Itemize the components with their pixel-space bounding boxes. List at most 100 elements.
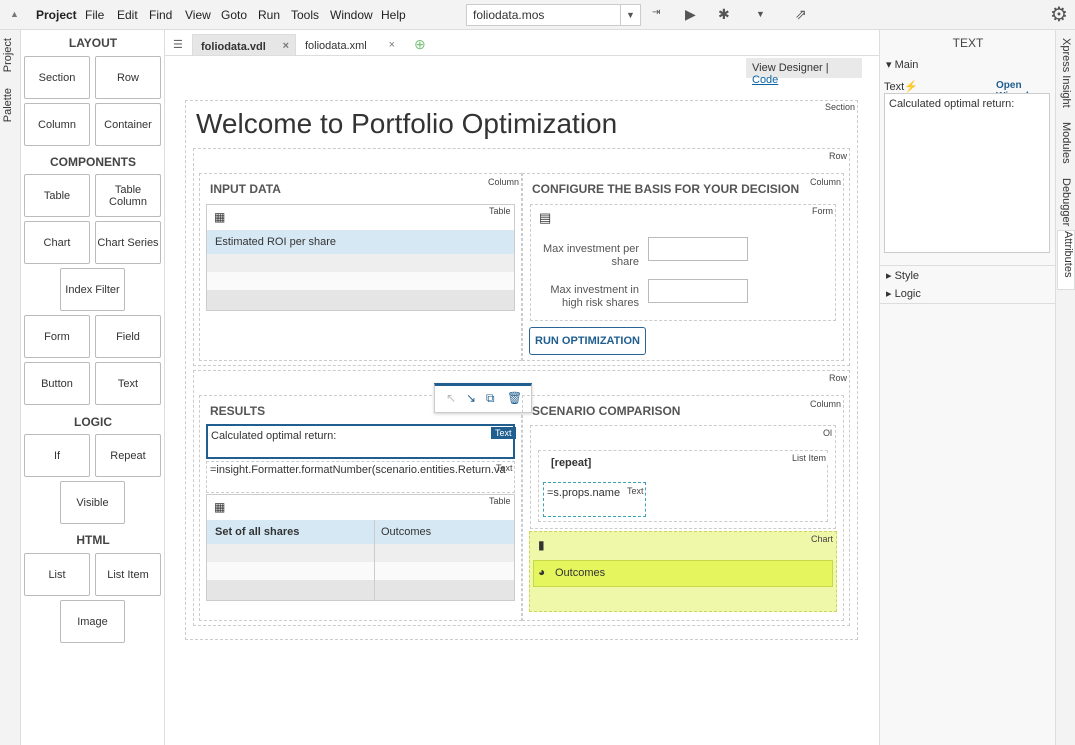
selected-text-component[interactable]: Calculated optimal return: <box>206 424 515 459</box>
palette-table[interactable]: Table <box>24 174 90 217</box>
chart-tag: Chart <box>811 534 834 544</box>
palette-chart[interactable]: Chart <box>24 221 90 264</box>
palette-image[interactable]: Image <box>60 600 125 643</box>
results-heading: RESULTS <box>210 404 266 418</box>
tab-modules[interactable]: Modules <box>1060 122 1072 164</box>
tab-attributes[interactable]: Attributes <box>1057 230 1075 290</box>
roi-column-header[interactable]: Estimated ROI per share <box>207 230 514 254</box>
trash-icon[interactable]: 🗑 <box>507 391 522 405</box>
row-tag: Row <box>827 373 850 384</box>
menu-edit[interactable]: Edit <box>117 8 138 22</box>
tab-xpress-insight[interactable]: Xpress Insight <box>1060 38 1072 108</box>
right-side-tabs: Xpress Insight Modules Debugger Attribut… <box>1055 30 1075 745</box>
style-group-toggle[interactable]: ▸ Style <box>886 269 919 282</box>
menu-project[interactable]: Project <box>36 8 77 22</box>
view-designer-link[interactable]: View Designer <box>752 62 823 74</box>
palette-repeat[interactable]: Repeat <box>95 434 161 477</box>
collapse-up-icon[interactable]: ▲ <box>10 9 19 19</box>
palette-column[interactable]: Column <box>24 103 90 146</box>
page-title: Welcome to Portfolio Optimization <box>196 108 618 139</box>
input-data-heading: INPUT DATA <box>210 182 281 196</box>
run-file-select[interactable]: foliodata.mos ▼ <box>466 4 641 26</box>
outcomes-header[interactable]: Outcomes <box>375 520 514 544</box>
run-file-value: foliodata.mos <box>473 8 545 22</box>
set-shares-header[interactable]: Set of all shares <box>207 520 374 544</box>
bug-icon[interactable]: ✱ <box>718 6 730 23</box>
run-optimization-button[interactable]: RUN OPTIMIZATION <box>529 327 646 355</box>
style-group-label: Style <box>894 270 920 282</box>
palette-chart-series[interactable]: Chart Series <box>95 221 161 264</box>
divider <box>880 265 1056 266</box>
add-tab-icon[interactable]: ⊕ <box>414 36 426 53</box>
max-risk-label: Max investment in high risk shares <box>550 284 639 309</box>
palette-list-item[interactable]: List Item <box>95 553 161 596</box>
row-tag: Row <box>827 151 850 162</box>
step-over-icon[interactable]: ⇥ <box>652 7 660 18</box>
palette-list[interactable]: List <box>24 553 90 596</box>
main-group-toggle[interactable]: ▾ Main <box>886 58 918 71</box>
palette-index-filter[interactable]: Index Filter <box>60 268 125 311</box>
chevron-down-icon[interactable]: ▼ <box>756 9 765 19</box>
close-icon[interactable]: × <box>389 39 395 51</box>
column-divider <box>374 520 375 600</box>
form-icon: ▤ <box>539 210 552 225</box>
duplicate-icon[interactable]: ⧉ <box>486 391 495 406</box>
menu-find[interactable]: Find <box>149 8 172 22</box>
menu-help[interactable]: Help <box>381 8 406 22</box>
tab-foliodata-xml[interactable]: foliodata.xml × <box>297 34 401 56</box>
chevron-down-icon[interactable]: ▼ <box>620 5 640 25</box>
text-property-textarea[interactable]: Calculated optimal return: <box>884 93 1050 253</box>
tab-foliodata-vdl[interactable]: foliodata.vdl × <box>192 34 296 56</box>
tab-label: foliodata.xml <box>305 40 367 52</box>
separator: | <box>825 62 829 74</box>
text-label: Text <box>884 81 905 93</box>
table-row <box>207 272 514 290</box>
move-down-icon[interactable]: ↘ <box>466 391 476 405</box>
palette-field[interactable]: Field <box>95 315 161 358</box>
table-row <box>207 580 514 600</box>
menu-tools[interactable]: Tools <box>291 8 319 22</box>
logic-group-label: Logic <box>894 288 921 300</box>
palette-form[interactable]: Form <box>24 315 90 358</box>
table-row <box>207 290 514 310</box>
close-icon[interactable]: × <box>283 40 289 52</box>
palette-table-column[interactable]: Table Column <box>95 174 161 217</box>
palette-if[interactable]: If <box>24 434 90 477</box>
file-tabs: ☰ foliodata.vdl × foliodata.xml × ⊕ <box>165 34 879 56</box>
table-tag: Table <box>487 496 513 507</box>
logic-group-toggle[interactable]: ▸ Logic <box>886 287 921 300</box>
play-icon[interactable]: ▶ <box>685 6 696 23</box>
select-parent-icon[interactable]: ↖ <box>446 391 456 405</box>
menu-view[interactable]: View <box>185 8 211 22</box>
palette-text[interactable]: Text <box>95 362 161 405</box>
max-risk-input[interactable] <box>648 279 748 303</box>
tab-project[interactable]: Project <box>2 38 14 72</box>
form-tag: Form <box>810 206 835 217</box>
max-investment-input[interactable] <box>648 237 748 261</box>
column-tag: Column <box>486 177 522 188</box>
max-investment-label: Max investment per share <box>543 243 639 268</box>
props-name-text: =s.props.name <box>547 487 621 499</box>
main-group-label: Main <box>894 59 919 71</box>
tab-palette[interactable]: Palette <box>2 88 14 122</box>
table-tag: Table <box>487 206 513 217</box>
palette-section[interactable]: Section <box>24 56 90 99</box>
palette-container[interactable]: Container <box>95 103 161 146</box>
outline-icon[interactable]: ☰ <box>173 38 183 51</box>
palette-visible[interactable]: Visible <box>60 481 125 524</box>
palette-row[interactable]: Row <box>95 56 161 99</box>
tab-debugger[interactable]: Debugger <box>1060 178 1072 226</box>
palette-button[interactable]: Button <box>24 362 90 405</box>
menu-window[interactable]: Window <box>330 8 373 22</box>
table-row <box>207 254 514 272</box>
menu-file[interactable]: File <box>85 8 104 22</box>
code-link[interactable]: Code <box>752 74 778 86</box>
menu-run[interactable]: Run <box>258 8 280 22</box>
list-item-tag: List Item <box>790 453 829 464</box>
scenario-heading: SCENARIO COMPARISON <box>532 404 681 418</box>
gear-icon[interactable]: ⚙ <box>1050 2 1068 27</box>
layout-heading: LAYOUT <box>68 36 118 50</box>
export-icon[interactable]: ⇗ <box>795 6 807 23</box>
properties-title: TEXT <box>952 36 984 50</box>
menu-goto[interactable]: Goto <box>221 8 247 22</box>
